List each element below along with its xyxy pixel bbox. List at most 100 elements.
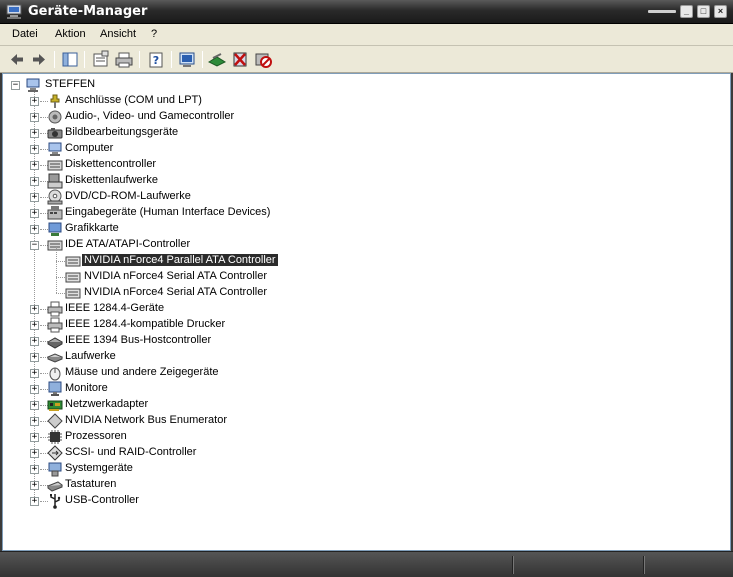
tree-category[interactable]: + Anschlüsse (COM und LPT) <box>3 93 403 109</box>
tree-category[interactable]: − IDE ATA/ATAPI-Controller <box>3 237 403 253</box>
keyboard-icon <box>47 481 63 492</box>
show-hide-console-tree-icon[interactable] <box>60 50 80 69</box>
tree-category[interactable]: + Mäuse und andere Zeigegeräte <box>3 365 403 381</box>
tree-connector <box>56 261 65 262</box>
status-bar <box>0 551 733 577</box>
tree-device-label: NVIDIA nForce4 Parallel ATA Controller <box>82 254 278 266</box>
expand-toggle[interactable]: + <box>30 465 39 474</box>
tree-category[interactable]: + Bildbearbeitungsgeräte <box>3 125 403 141</box>
tree-category[interactable]: + Laufwerke <box>3 349 403 365</box>
expand-toggle[interactable]: + <box>30 177 39 186</box>
tree-category[interactable]: + IEEE 1284.4-kompatible Drucker <box>3 317 403 333</box>
expand-toggle[interactable]: + <box>30 193 39 202</box>
tree-category-label: Tastaturen <box>65 478 117 490</box>
tree-category-label: Monitore <box>65 382 108 394</box>
menu-datei[interactable]: Datei <box>12 28 38 40</box>
expand-toggle[interactable]: + <box>30 97 39 106</box>
device-tree[interactable]: − STEFFEN + Anschlüsse (COM und LPT) + Audio-… <box>2 73 731 551</box>
tree-category[interactable]: + Systemgeräte <box>3 461 403 477</box>
menu-aktion[interactable]: Aktion <box>55 28 86 40</box>
ide-device-icon <box>65 288 81 299</box>
tree-category[interactable]: + IEEE 1284.4-Geräte <box>3 301 403 317</box>
ide-device-icon <box>65 256 81 267</box>
tree-connector <box>56 277 65 278</box>
tree-category-label: Mäuse und andere Zeigegeräte <box>65 366 219 378</box>
tree-category[interactable]: + Diskettencontroller <box>3 157 403 173</box>
tree-category-label: Grafikkarte <box>65 222 119 234</box>
expand-toggle[interactable]: + <box>30 401 39 410</box>
uninstall-icon[interactable] <box>230 50 250 69</box>
expand-toggle[interactable]: + <box>30 145 39 154</box>
tree-category[interactable]: + Netzwerkadapter <box>3 397 403 413</box>
menu-help[interactable]: ? <box>151 28 157 40</box>
hid-icon <box>47 206 63 220</box>
expand-toggle[interactable]: + <box>30 369 39 378</box>
help-icon[interactable]: ? <box>146 50 166 69</box>
expand-toggle[interactable]: + <box>30 481 39 490</box>
tree-category[interactable]: + IEEE 1394 Bus-Hostcontroller <box>3 333 403 349</box>
properties-icon[interactable] <box>91 50 111 69</box>
cd-drive-icon <box>47 189 63 205</box>
forward-arrow-icon[interactable] <box>29 50 49 69</box>
tree-category[interactable]: + Computer <box>3 141 403 157</box>
expand-toggle[interactable]: + <box>30 305 39 314</box>
expand-toggle[interactable]: + <box>30 225 39 234</box>
minimize-button[interactable]: _ <box>680 5 693 18</box>
tree-device[interactable]: NVIDIA nForce4 Serial ATA Controller <box>3 285 403 301</box>
collapse-toggle[interactable]: − <box>11 81 20 90</box>
svg-text:?: ? <box>153 54 159 67</box>
tree-category-label: IDE ATA/ATAPI-Controller <box>65 238 191 250</box>
toolbar-separator <box>139 51 140 68</box>
tree-root[interactable]: − STEFFEN <box>3 77 303 93</box>
tree-device[interactable]: NVIDIA nForce4 Serial ATA Controller <box>3 269 403 285</box>
port-icon <box>50 94 60 108</box>
tree-category[interactable]: + Tastaturen <box>3 477 403 493</box>
expand-toggle[interactable]: + <box>30 161 39 170</box>
expand-toggle[interactable]: + <box>30 337 39 346</box>
menu-bar: Datei Aktion Ansicht ? <box>0 24 733 46</box>
speaker-icon <box>48 110 62 124</box>
collapse-toggle[interactable]: − <box>30 241 39 250</box>
expand-toggle[interactable]: + <box>30 209 39 218</box>
mouse-icon <box>49 367 61 381</box>
tree-category[interactable]: + Monitore <box>3 381 403 397</box>
expand-toggle[interactable]: + <box>30 353 39 362</box>
expand-toggle[interactable]: + <box>30 129 39 138</box>
device-manager-icon <box>6 4 22 19</box>
title-bar[interactable]: Geräte-Manager _ □ × <box>0 0 733 24</box>
tree-category[interactable]: + Diskettenlaufwerke <box>3 173 403 189</box>
tree-device-label: NVIDIA nForce4 Serial ATA Controller <box>84 270 267 282</box>
tree-category[interactable]: + USB-Controller <box>3 493 403 509</box>
expand-toggle[interactable]: + <box>30 417 39 426</box>
tree-device[interactable]: NVIDIA nForce4 Parallel ATA Controller <box>3 253 403 269</box>
update-driver-icon[interactable] <box>207 50 227 69</box>
tree-category[interactable]: + Prozessoren <box>3 429 403 445</box>
expand-toggle[interactable]: + <box>30 497 39 506</box>
expand-toggle[interactable]: + <box>30 433 39 442</box>
scan-hardware-icon[interactable] <box>177 50 197 69</box>
floppy-icon <box>47 173 63 189</box>
tree-category-label: Computer <box>65 142 114 154</box>
maximize-button[interactable]: □ <box>697 5 710 18</box>
tree-category-label: IEEE 1284.4-kompatible Drucker <box>65 318 226 330</box>
close-button[interactable]: × <box>714 5 727 18</box>
tree-category[interactable]: + Eingabegeräte (Human Interface Devices) <box>3 205 403 221</box>
expand-toggle[interactable]: + <box>30 113 39 122</box>
print-icon[interactable] <box>114 50 134 69</box>
tree-category[interactable]: + Grafikkarte <box>3 221 403 237</box>
expand-toggle[interactable]: + <box>30 449 39 458</box>
tree-category[interactable]: + Audio-, Video- und Gamecontroller <box>3 109 403 125</box>
back-arrow-icon[interactable] <box>7 50 27 69</box>
tree-category-label: Anschlüsse (COM und LPT) <box>65 94 202 106</box>
tree-category-label: NVIDIA Network Bus Enumerator <box>65 414 228 426</box>
disable-icon[interactable] <box>253 50 273 69</box>
tree-category[interactable]: + SCSI- und RAID-Controller <box>3 445 403 461</box>
expand-toggle[interactable]: + <box>30 321 39 330</box>
tree-category[interactable]: + DVD/CD-ROM-Laufwerke <box>3 189 403 205</box>
tree-category-label: Audio-, Video- und Gamecontroller <box>65 110 235 122</box>
expand-toggle[interactable]: + <box>30 385 39 394</box>
camera-icon <box>47 128 63 139</box>
tree-category[interactable]: + NVIDIA Network Bus Enumerator <box>3 413 403 429</box>
system-device-icon <box>48 462 62 477</box>
menu-ansicht[interactable]: Ansicht <box>100 28 136 40</box>
